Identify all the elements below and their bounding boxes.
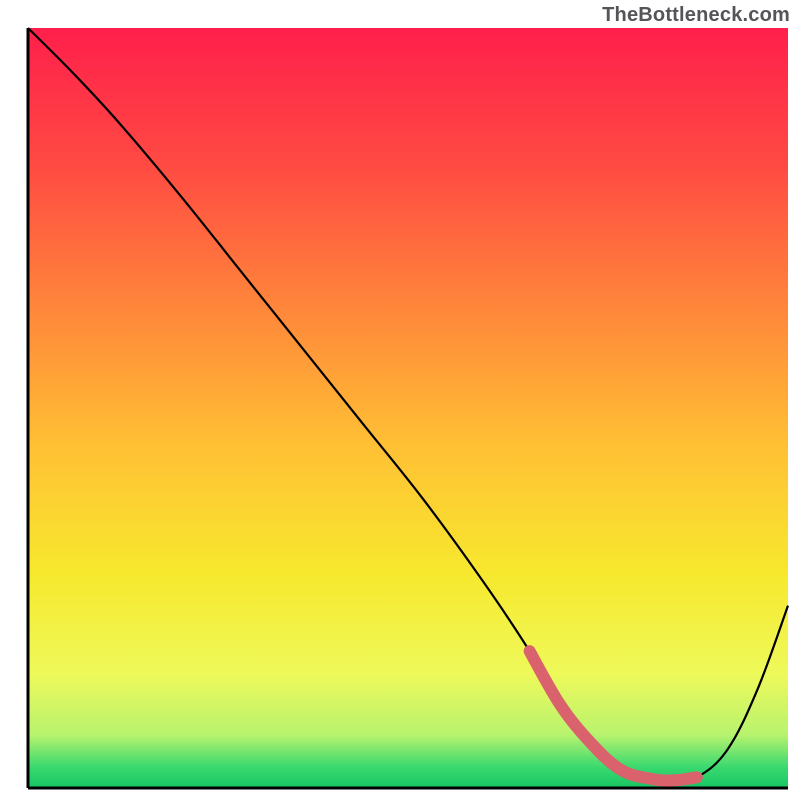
attribution-text: TheBottleneck.com bbox=[602, 4, 790, 27]
chart-container: TheBottleneck.com bbox=[0, 0, 800, 800]
plot-background bbox=[28, 28, 788, 788]
bottleneck-chart bbox=[0, 0, 800, 800]
